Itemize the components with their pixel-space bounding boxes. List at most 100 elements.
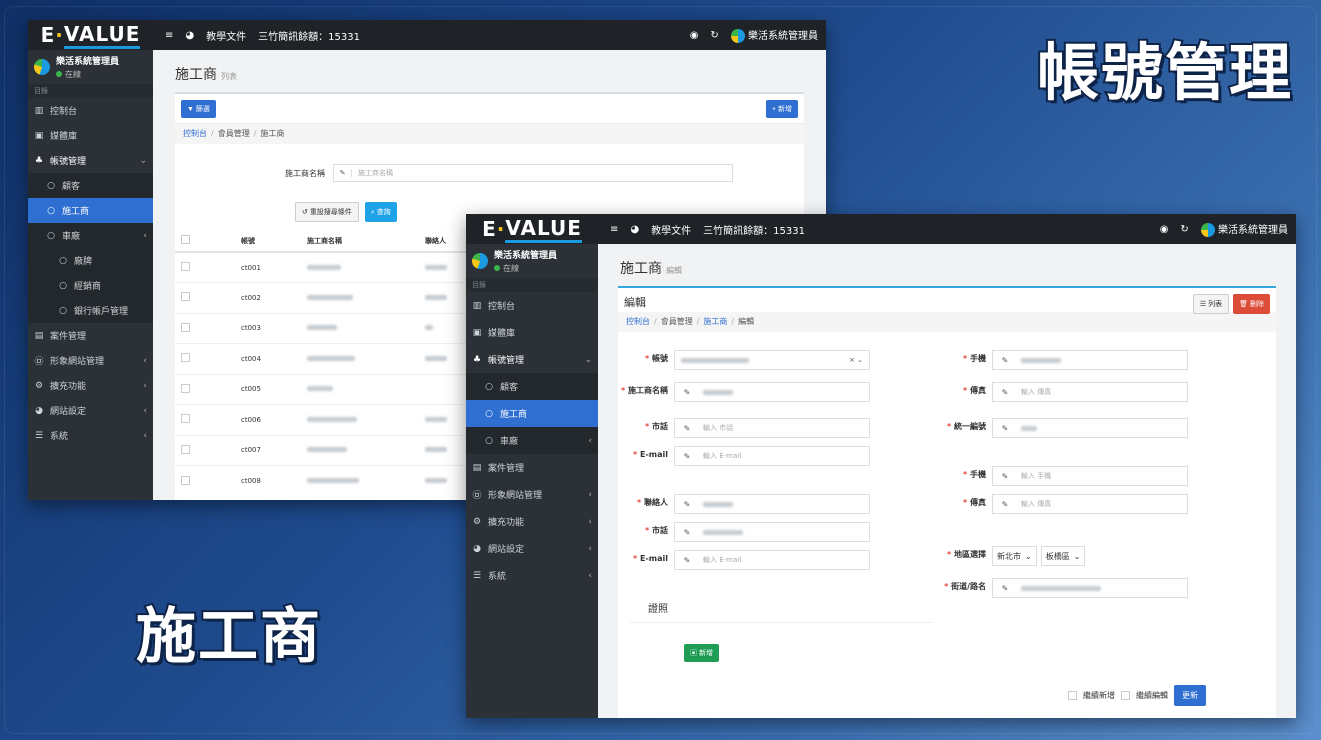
delete-button[interactable]: 🗑 刪除 <box>1233 294 1270 314</box>
sidebar-item-brand[interactable]: ○ 廠牌 <box>28 248 153 273</box>
sidebar-item-cases[interactable]: ▤ 案件管理 <box>28 323 153 348</box>
circle-icon: ○ <box>485 408 493 419</box>
sidebar-item-vehicles[interactable]: ○ 車廠 ‹ <box>28 223 153 248</box>
pencil-icon: ✎ <box>1001 499 1009 509</box>
sidebar-item-contractor[interactable]: ○ 施工商 <box>28 198 153 223</box>
sidebar-item-extensions[interactable]: ⚙ 擴充功能 ‹ <box>28 373 153 398</box>
nav-docs[interactable]: 教學文件 <box>651 222 691 237</box>
dashboard-icon[interactable]: ◉ <box>1160 224 1169 235</box>
sidebar-item-dashboard[interactable]: ▥ 控制台 <box>466 292 598 319</box>
keep-adding-checkbox[interactable] <box>1068 691 1077 700</box>
email-field[interactable]: ✎ 輸入 E-mail <box>674 446 870 466</box>
sidebar-item-customers[interactable]: ○ 顧客 <box>28 173 153 198</box>
pencil-icon: ✎ <box>1001 423 1009 433</box>
sidebar-item-system[interactable]: ☰ 系統 ‹ <box>28 423 153 448</box>
edit-panel: 編輯 ☰ 列表 🗑 刪除 控制台 / 會員管理 / 施工商 / 編輯 * 帳號 × ⌄ * … <box>618 286 1276 718</box>
circle-icon: ○ <box>47 230 55 241</box>
nav-sms-balance[interactable]: 三竹簡訊餘額：15331 <box>258 28 360 43</box>
list-icon: ▤ <box>472 462 482 473</box>
globe-icon[interactable]: ◕ <box>185 30 194 41</box>
chevron-left-icon: ‹ <box>143 230 147 241</box>
reset-search-button[interactable]: ↺ 重設搜尋條件 <box>295 202 359 222</box>
select-all-checkbox[interactable] <box>181 235 190 244</box>
sidebar-item-dashboard[interactable]: ▥ 控制台 <box>28 98 153 123</box>
city-select[interactable]: 新北市 ⌄ <box>992 546 1037 566</box>
chevron-left-icon: ‹ <box>588 516 592 527</box>
sidebar-item-extensions[interactable]: ⚙ 擴充功能 ‹ <box>466 508 598 535</box>
user-menu[interactable]: 樂活系統管理員 <box>730 27 818 43</box>
dashboard-icon[interactable]: ◉ <box>690 30 699 41</box>
sidebar-item-site-settings[interactable]: ◕ 網站設定 ‹ <box>466 535 598 562</box>
sidebar-item-account[interactable]: ♣ 帳號管理 ⌄ <box>466 346 598 373</box>
globe-icon[interactable]: ◕ <box>630 224 639 235</box>
sidebar-item-dealer[interactable]: ○ 經銷商 <box>28 273 153 298</box>
sidebar-item-cases[interactable]: ▤ 案件管理 <box>466 454 598 481</box>
globe-icon: ◕ <box>35 405 43 416</box>
contact-fax-field[interactable]: ✎ 輸入 傳真 <box>992 494 1188 514</box>
contact-mobile-field[interactable]: ✎ 輸入 手機 <box>992 466 1188 486</box>
hamburger-icon[interactable]: ≡ <box>165 30 173 41</box>
sidebar-item-media[interactable]: ▣ 媒體庫 <box>466 319 598 346</box>
chevron-left-icon: ‹ <box>143 430 147 441</box>
district-select[interactable]: 板橋區 ⌄ <box>1040 546 1086 566</box>
row-checkbox[interactable] <box>181 292 190 302</box>
contractor-name-field[interactable]: ✎ <box>674 382 870 402</box>
keep-editing-checkbox[interactable] <box>1121 691 1130 700</box>
user-menu[interactable]: 樂活系統管理員 <box>1200 221 1288 237</box>
sidebar-item-image-site[interactable]: ㉤形象網站管理 ‹ <box>466 481 598 508</box>
tax-id-field[interactable]: ✎ <box>992 418 1188 438</box>
street-field[interactable]: ✎ <box>992 578 1188 598</box>
refresh-icon[interactable]: ↻ <box>1180 224 1188 235</box>
sidebar-item-bank-account[interactable]: ○ 銀行帳戶管理 <box>28 298 153 323</box>
sidebar: 樂活系統管理員 在線 目錄 ▥ 控制台 ▣ 媒體庫 ♣ 帳號管理 ⌄ ○ 顧客 ○ 施工商 ○… <box>28 50 153 500</box>
add-license-button[interactable]: ▣ 新增 <box>684 644 719 662</box>
add-button[interactable]: + 新增 <box>765 99 798 118</box>
evalue-logo[interactable]: E · VALUE <box>28 20 153 50</box>
nav-docs[interactable]: 教學文件 <box>206 28 246 43</box>
list-button[interactable]: ☰ 列表 <box>1192 294 1230 314</box>
sidebar-item-system[interactable]: ☰ 系統 ‹ <box>466 562 598 589</box>
contact-email-field[interactable]: ✎ 輸入 E-mail <box>674 550 870 570</box>
circle-icon: ○ <box>59 305 67 316</box>
account-select[interactable]: × ⌄ <box>674 350 870 370</box>
sidebar-item-site-settings[interactable]: ◕ 網站設定 ‹ <box>28 398 153 423</box>
sidebar-item-image-site[interactable]: ㉤形象網站管理 ‹ <box>28 348 153 373</box>
chevron-left-icon: ‹ <box>143 405 147 416</box>
refresh-icon[interactable]: ↻ <box>710 30 718 41</box>
top-navbar: E · VALUE ≡ ◕ 教學文件 三竹簡訊餘額：15331 ◉ ↻ 樂活系統管理… <box>28 20 826 50</box>
circle-icon: ○ <box>47 205 55 216</box>
evalue-logo[interactable]: E · VALUE <box>466 214 598 244</box>
phone-field[interactable]: ✎ 輸入 市話 <box>674 418 870 438</box>
circle-icon: ○ <box>59 255 67 266</box>
filter-button[interactable]: ▼ 篩選 <box>181 99 216 118</box>
row-checkbox[interactable] <box>181 322 190 332</box>
pencil-icon: ✎ <box>683 451 691 461</box>
fax-field[interactable]: ✎ 輸入 傳真 <box>992 382 1188 402</box>
sidebar-item-media[interactable]: ▣ 媒體庫 <box>28 123 153 148</box>
sidebar-item-vehicles[interactable]: ○ 車廠 ‹ <box>466 427 598 454</box>
nav-sms-balance[interactable]: 三竹簡訊餘額：15331 <box>703 222 805 237</box>
row-checkbox[interactable] <box>181 414 190 424</box>
row-checkbox[interactable] <box>181 475 190 485</box>
top-navbar: E · VALUE ≡ ◕ 教學文件 三竹簡訊餘額：15331 ◉ ↻ 樂活系統管理… <box>466 214 1296 244</box>
site-icon: ㉤ <box>472 491 482 501</box>
sidebar-item-account[interactable]: ♣ 帳號管理 ⌄ <box>28 148 153 173</box>
update-button[interactable]: 更新 <box>1174 685 1206 706</box>
sidebar-item-contractor[interactable]: ○ 施工商 <box>466 400 598 427</box>
contact-phone-field[interactable]: ✎ <box>674 522 870 542</box>
row-checkbox[interactable] <box>181 383 190 393</box>
query-button[interactable]: ⌕ 查詢 <box>364 202 397 222</box>
mobile-field[interactable]: ✎ <box>992 350 1188 370</box>
page-title: 施工商 列表 <box>175 67 237 83</box>
chevron-down-icon: ⌄ <box>139 155 147 166</box>
chevron-left-icon: ‹ <box>588 543 592 554</box>
pencil-icon: ✎ <box>683 423 691 433</box>
sidebar-item-customers[interactable]: ○ 顧客 <box>466 373 598 400</box>
row-checkbox[interactable] <box>181 353 190 363</box>
contractor-name-input[interactable]: ✎ 施工商名稱 <box>333 164 733 182</box>
hamburger-icon[interactable]: ≡ <box>610 224 618 235</box>
row-checkbox[interactable] <box>181 262 190 271</box>
contact-field[interactable]: ✎ <box>674 494 870 514</box>
clear-icon[interactable]: × ⌄ <box>849 356 863 364</box>
row-checkbox[interactable] <box>181 444 190 454</box>
